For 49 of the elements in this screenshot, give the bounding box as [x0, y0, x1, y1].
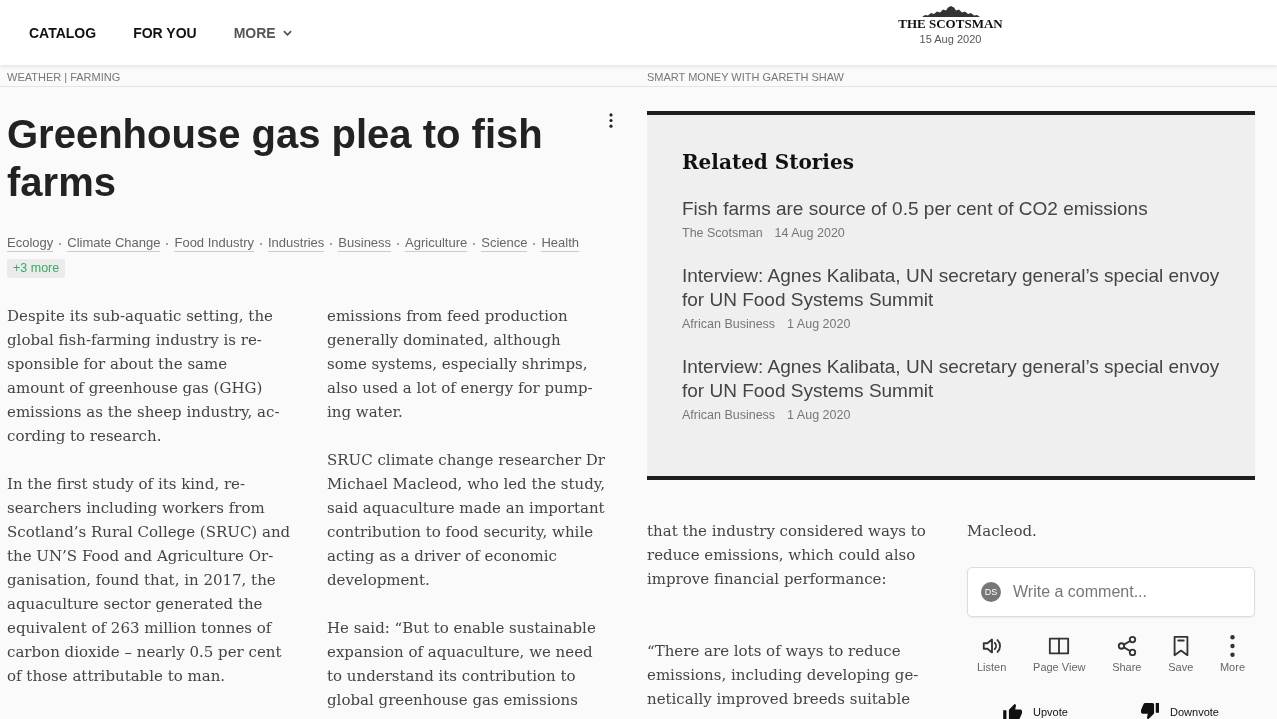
publication-date: 15 Aug 2020	[919, 32, 982, 46]
article-paragraph: In the first study of its kind, re- searchers including workers from Scotland’s Rural College (SRUC) and the UN’S Food and Agriculture Or- ganisation, found that, in 2017, the aquaculture sector generated the equivalent of 263 million tonnes of carbon dioxide – nearly 0.5 per cent of those attributable to man.	[7, 474, 292, 687]
thumbs-up-icon	[1003, 703, 1024, 719]
share-button[interactable]: Share	[1102, 635, 1152, 674]
tag-link[interactable]: Health	[541, 235, 580, 252]
nav-dropdown[interactable]: MORE	[233, 24, 292, 41]
article-paragraph: He said: “But to enable sustainable expansion of aquaculture, we need to understand its contribution to global greenhouse gas emissions	[327, 618, 597, 711]
more-icon	[1229, 635, 1235, 657]
section-label: WEATHER | FARMING	[7, 70, 121, 83]
nav-link[interactable]: CATALOG	[29, 24, 97, 41]
section-label: SMART MONEY WITH GARETH SHAW	[647, 70, 844, 83]
tag-link[interactable]: Agriculture	[405, 235, 468, 252]
tag-link[interactable]: Industries	[267, 235, 325, 252]
panel-heading: Related Stories	[682, 149, 855, 176]
story-source: The Scotsman	[682, 225, 763, 242]
listen-button[interactable]: Listen	[967, 635, 1017, 674]
tag-link[interactable]: Science	[481, 235, 528, 252]
article-paragraph: emissions from feed production generally dominated, although some systems, especially shrimps, also used a lot of energy for pump- ing water.	[327, 306, 594, 423]
share-icon	[1115, 635, 1138, 657]
tag-link[interactable]: Business	[338, 235, 392, 252]
save-button[interactable]: Save	[1158, 635, 1204, 674]
article-paragraph: that the industry considered ways to reduce emissions, which could also improve financial performance:	[647, 521, 927, 590]
story-date: 14 Aug 2020	[774, 225, 845, 242]
story-link[interactable]: Interview: Agnes Kalibata, UN secretary general’s special envoy for UN Food Systems Summit	[682, 355, 1225, 403]
upvote-button[interactable]: Upvote	[1003, 703, 1068, 719]
downvote-button[interactable]: Downvote	[1140, 703, 1219, 719]
chevron-down-icon	[282, 29, 292, 36]
publication-name: THE SCOTSMAN	[898, 16, 1003, 30]
article-paragraph: SRUC climate change researcher Dr Michael Macleod, who led the study, said aquaculture made an important contribution to food security, while acting as a driver of economic development.	[327, 450, 607, 591]
more-button[interactable]: More	[1209, 635, 1255, 674]
tag-link[interactable]: Climate Change	[67, 235, 161, 252]
story-link[interactable]: Interview: Agnes Kalibata, UN secretary general’s special envoy for UN Food Systems Summit	[682, 264, 1225, 312]
nav-link[interactable]: FOR YOU	[133, 24, 197, 41]
story-link[interactable]: Fish farms are source of 0.5 per cent of CO2 emissions	[682, 197, 1148, 221]
page-view-button[interactable]: Page View	[1023, 635, 1096, 674]
story-source: African Business	[682, 316, 776, 333]
crest-icon	[921, 5, 980, 17]
thumbs-down-icon	[1140, 703, 1160, 719]
split-view-icon	[1048, 635, 1071, 657]
story-source: African Business	[682, 407, 776, 424]
article-paragraph: “There are lots of ways to reduce emissions, including developing ge- netically improved breeds suitable	[647, 641, 920, 710]
more-options-icon[interactable]	[609, 113, 613, 128]
tag-link[interactable]: Food Industry	[174, 235, 254, 252]
story-date: 1 Aug 2020	[787, 407, 851, 424]
article-paragraph: Macleod.	[967, 521, 1038, 542]
article-paragraph: Despite its sub-aquatic setting, the global fish-farming industry is re- sponsible for about the same amount of greenhouse gas (GHG) emissions as the sheep industry, ac- cording to research.	[7, 306, 281, 447]
article-title: Greenhouse gas plea to fish farms	[7, 111, 544, 206]
tag-link[interactable]: Ecology	[7, 235, 54, 252]
story-date: 1 Aug 2020	[787, 316, 851, 333]
